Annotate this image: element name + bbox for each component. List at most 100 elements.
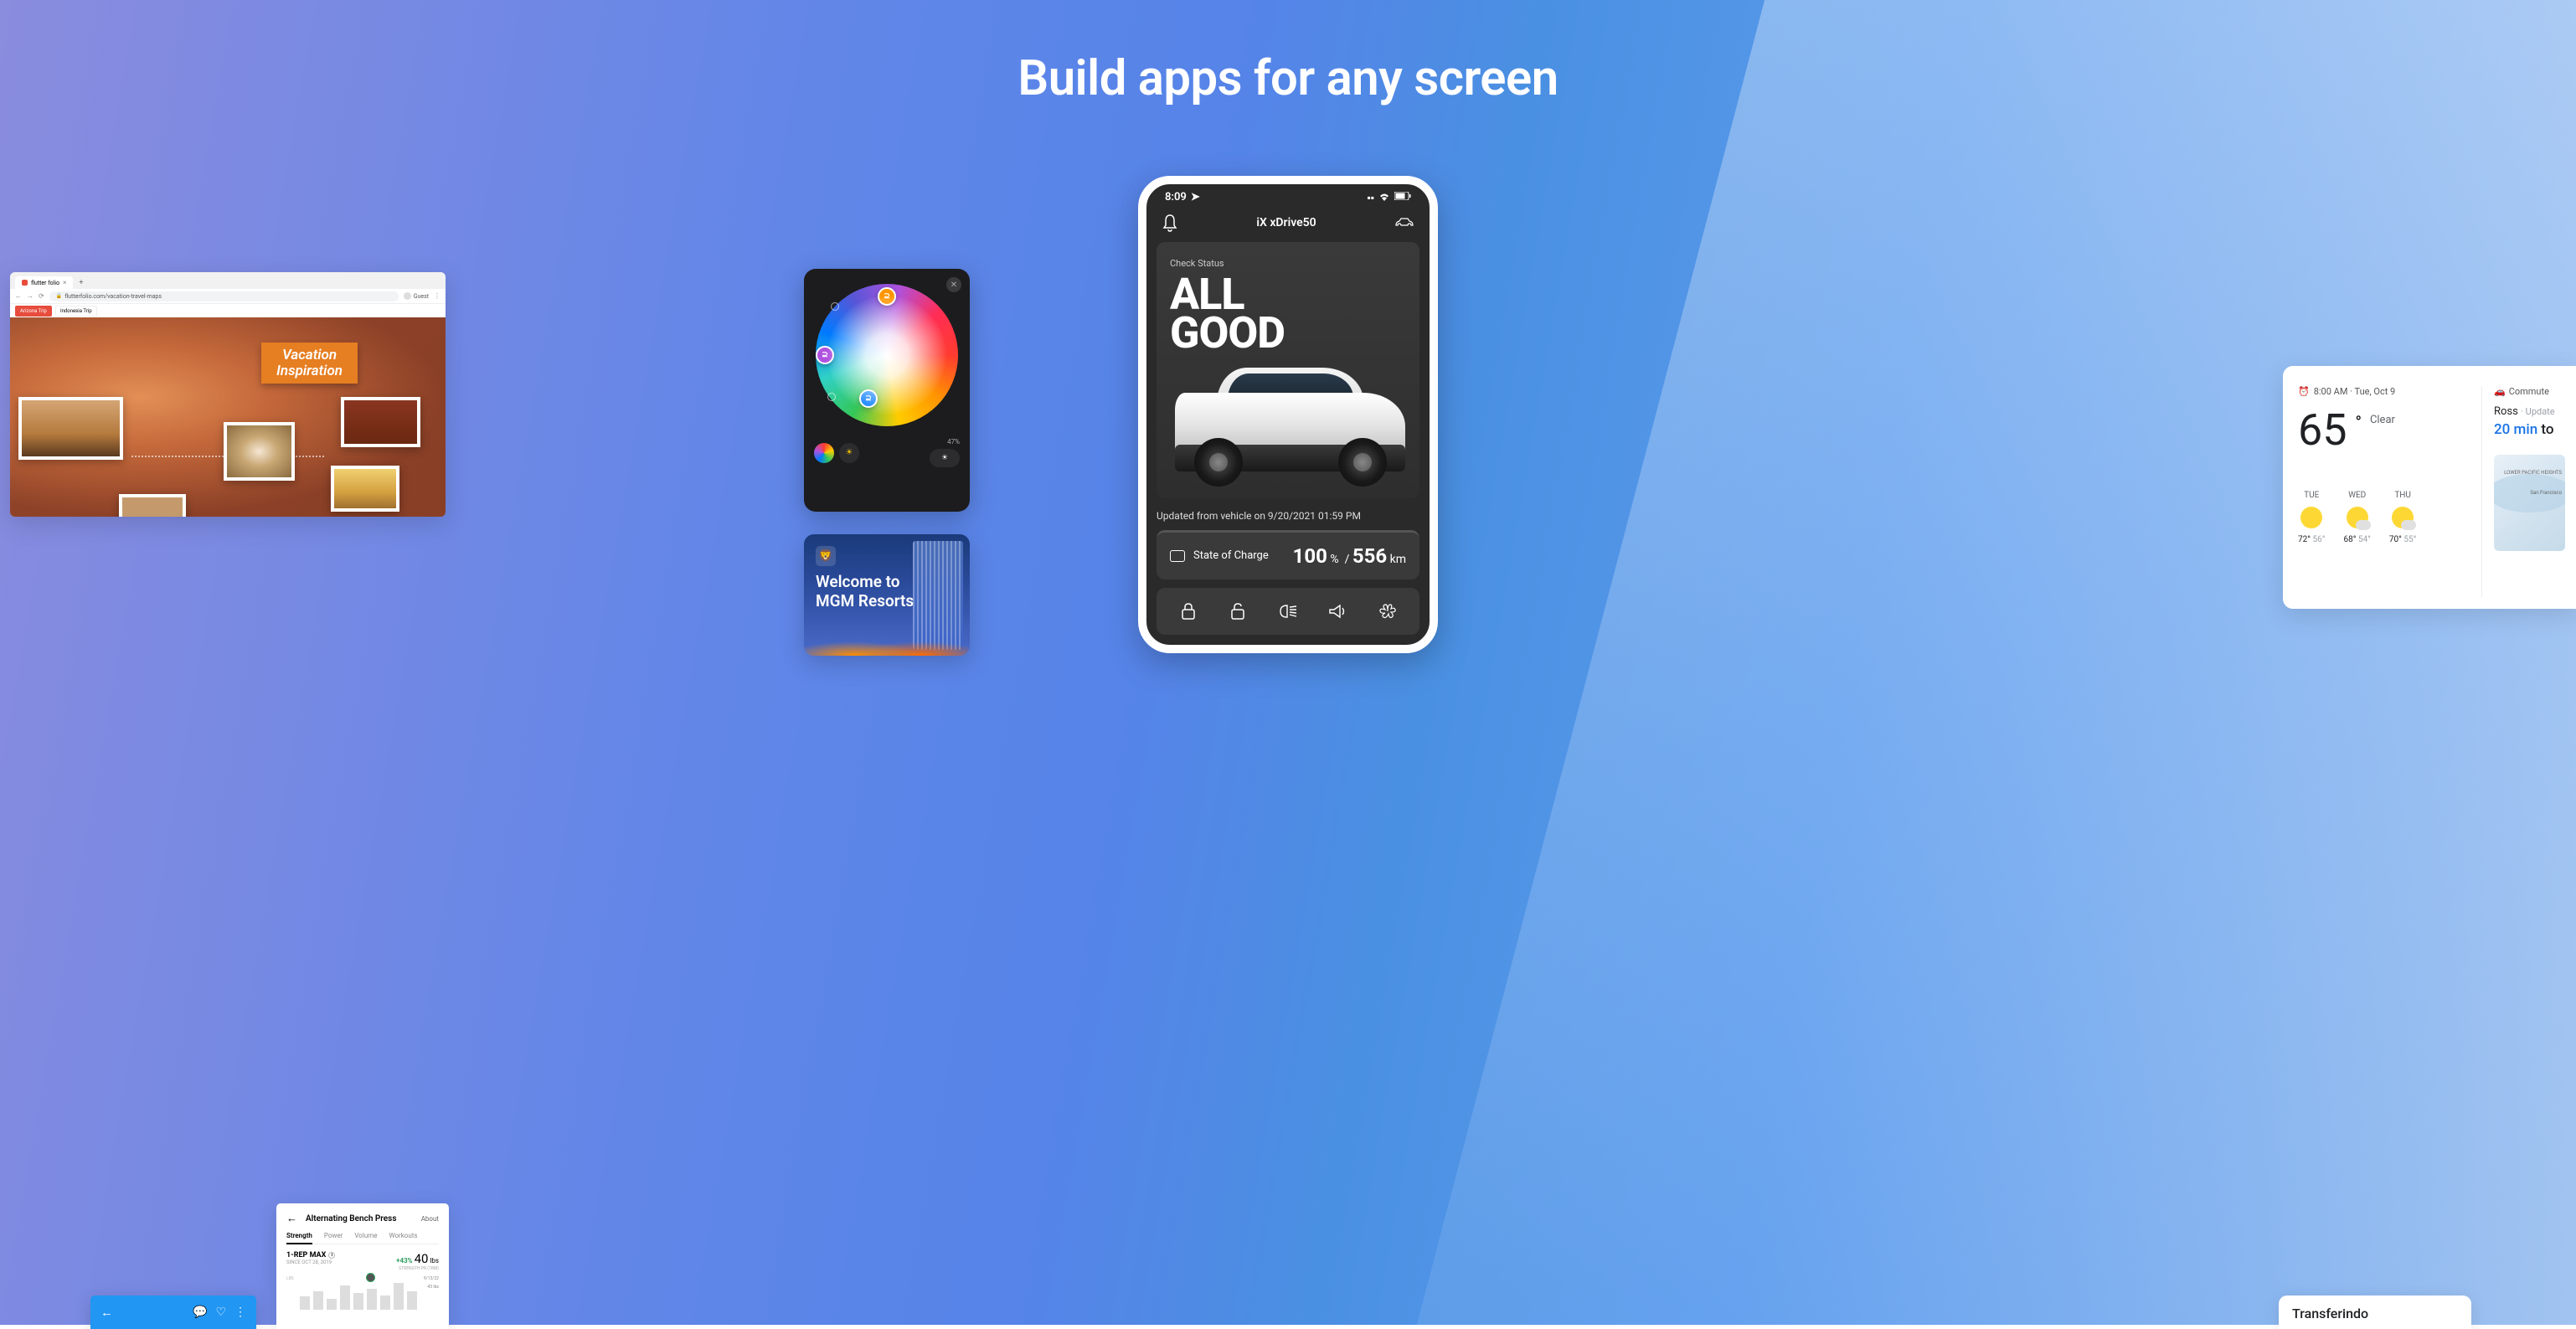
menu-icon[interactable]: ⋮ [434,292,440,300]
browser-tab[interactable]: flutter folio × [15,276,73,289]
back-icon[interactable]: ← [100,1305,113,1320]
weather-card: ⏰ 8:00 AM · Tue, Oct 9 65 ° Clear TUE 72… [2283,366,2576,609]
partly-cloudy-icon [2347,507,2368,528]
fitness-chart: LBS 9/13/22 43 lbs [286,1276,439,1316]
brightness-pct: 47% [947,438,960,446]
status-big-text: ALL GOOD [1170,276,1406,353]
new-tab-icon[interactable]: + [75,277,86,289]
fan-icon[interactable] [1376,600,1399,623]
color-handle-blue[interactable]: ⊇ [859,389,878,408]
vehicle-title: iX xDrive50 [1256,216,1316,229]
tab-power[interactable]: Power [324,1232,343,1239]
car-image [1171,361,1405,487]
close-icon[interactable]: ✕ [946,277,961,292]
photo-thumb[interactable] [341,397,420,447]
map-thumbnail[interactable]: LOWER PACIFIC HEIGHTS San Francisco [2494,455,2565,551]
commute-label: 🚗 Commute [2494,386,2565,397]
vacation-banner: Vacation Inspiration [261,343,358,384]
signal-icon: ▪▪ [1367,192,1374,203]
back-icon[interactable]: ← [286,1212,297,1225]
url-text: flutterfolio.com/vacation-travel-maps [64,293,162,300]
mgm-logo-icon: 🦁 [816,546,836,566]
browser-toolbar: ← → ⟳ 🔒 flutterfolio.com/vacation-travel… [10,289,446,304]
browser-tabbar: flutter folio × + [10,272,446,289]
guest-profile[interactable]: Guest [404,292,429,300]
tab-favicon [22,280,28,286]
chat-icon[interactable]: 💬 [193,1306,207,1319]
transfer-title: Transferindo [2292,1306,2368,1321]
fitness-card: ← Alternating Bench Press About Strength… [276,1203,449,1329]
horn-icon[interactable] [1327,600,1350,623]
browser-window: flutter folio × + ← → ⟳ 🔒 flutterfolio.c… [10,272,446,517]
stat-sub: STRENGTH PR (1RM) [396,1266,439,1271]
chip-arizona[interactable]: Arizona Trip [15,306,52,317]
stat-value: +43% 40 lbs [396,1251,439,1266]
degree-symbol: ° [2355,412,2361,432]
charge-row[interactable]: State of Charge 100 % / 556 km [1157,530,1419,580]
heart-icon[interactable]: ♡ [215,1306,226,1319]
charge-label: State of Charge [1193,549,1269,562]
color-marker[interactable] [831,302,839,311]
bell-icon[interactable] [1162,214,1178,232]
since-date: SINCE OCT 28, 2019 [286,1259,335,1265]
transfer-card[interactable]: Transferindo [2279,1296,2471,1329]
car-icon[interactable] [1394,217,1414,229]
lock-icon[interactable] [1177,600,1200,623]
tab-strength[interactable]: Strength [286,1232,312,1244]
about-link[interactable]: About [421,1215,439,1223]
color-picker-card: ✕ ⊇ ⊇ ⊇ ☀ 47% ☀ [804,269,970,512]
travel-time: 20 min to [2494,421,2565,438]
color-wheel[interactable]: ⊇ ⊇ ⊇ [816,284,958,426]
partly-cloudy-icon [2392,507,2414,528]
updated-text: Updated from vehicle on 9/20/2021 01:59 … [1157,510,1419,522]
forecast-day[interactable]: TUE 72° 56° [2298,491,2325,544]
battery-icon [1170,550,1185,562]
car-icon: 🚗 [2494,386,2506,397]
forecast-row: TUE 72° 56° WED 68° 54° THU 70° 55° [2298,491,2481,544]
phone-device: 8:09 ➤ ▪▪ iX xDrive50 Check Status ALL G… [1138,176,1438,653]
back-icon[interactable]: ← [15,292,22,300]
guest-label: Guest [414,293,429,300]
color-handle-purple[interactable]: ⊇ [816,346,834,364]
tab-workouts[interactable]: Workouts [389,1232,417,1239]
commute-dest: Ross · Update [2494,405,2565,418]
forecast-day[interactable]: THU 70° 55° [2389,491,2416,544]
forward-icon[interactable]: → [27,292,33,300]
battery-icon [1394,192,1411,203]
reload-icon[interactable]: ⟳ [39,292,44,300]
temperature: 65 [2298,409,2347,452]
exercise-title: Alternating Bench Press [306,1214,413,1223]
phone-header: iX xDrive50 [1146,207,1430,242]
color-marker[interactable] [827,393,836,401]
alarm-icon: ⏰ [2298,386,2310,397]
avatar-marker [366,1273,375,1282]
status-card: Check Status ALL GOOD [1157,242,1419,498]
photo-thumb[interactable] [224,422,295,481]
photo-thumb[interactable] [119,494,186,517]
mgm-card[interactable]: 🦁 Welcome to MGM Resorts [804,534,970,656]
sun-preset[interactable]: ☀ [839,443,859,463]
more-icon[interactable]: ⋮ [234,1306,246,1319]
color-handle-orange[interactable]: ⊇ [878,287,896,306]
headlights-icon[interactable] [1276,600,1300,623]
action-row [1157,588,1419,635]
headline: Build apps for any screen [1018,50,1558,107]
tab-close-icon[interactable]: × [63,279,66,286]
rainbow-preset[interactable] [814,443,834,463]
url-input[interactable]: 🔒 flutterfolio.com/vacation-travel-maps [49,291,399,301]
browser-content: Vacation Inspiration [10,317,446,517]
photo-thumb[interactable] [18,397,123,460]
lock-icon: 🔒 [56,293,62,299]
chip-indonesia[interactable]: Indonesia Trip [55,306,97,317]
profile-icon [404,292,411,300]
blue-toolbar: ← 💬 ♡ ⋮ [90,1296,256,1329]
tab-volume[interactable]: Volume [354,1232,377,1239]
wifi-icon [1378,192,1390,203]
condition: Clear [2370,414,2395,426]
unlock-icon[interactable] [1226,600,1249,623]
forecast-day[interactable]: WED 68° 54° [2343,491,2370,544]
info-icon[interactable]: i [328,1252,335,1259]
photo-thumb[interactable] [331,466,399,512]
brightness-toggle[interactable]: ☀ [930,449,960,467]
check-status-label[interactable]: Check Status [1170,258,1224,269]
